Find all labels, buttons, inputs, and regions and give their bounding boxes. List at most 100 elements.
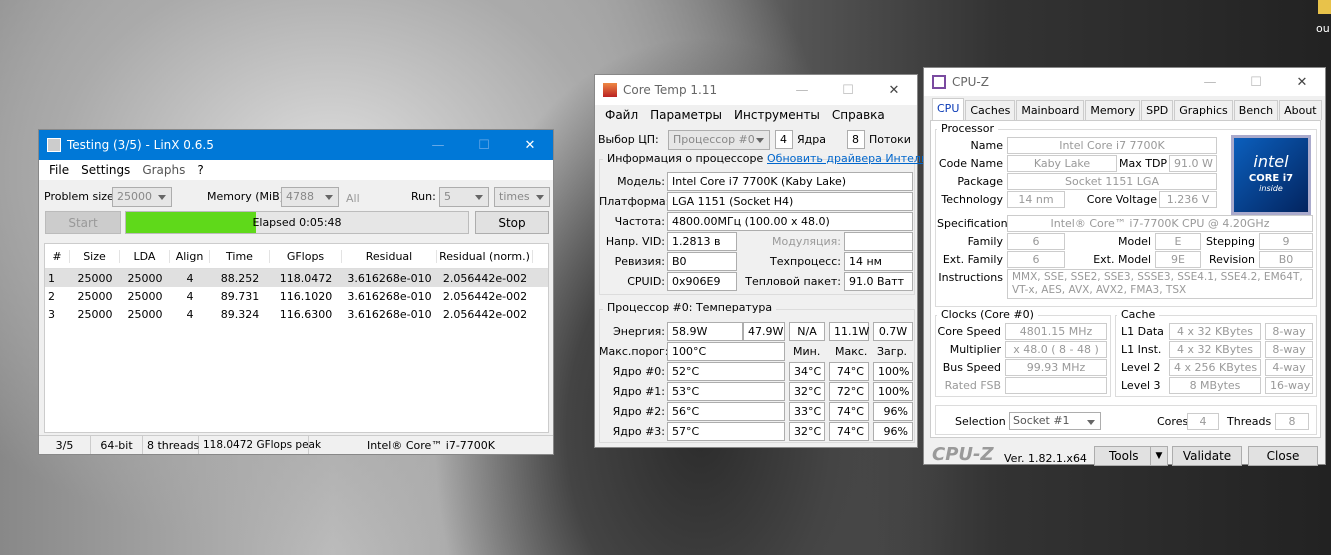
status-bits: 64-bit bbox=[91, 436, 143, 454]
table-cell: 25000 bbox=[77, 271, 113, 285]
tools-dropdown-arrow[interactable]: ▼ bbox=[1150, 446, 1168, 466]
menu-options[interactable]: Параметры bbox=[644, 108, 728, 122]
core-voltage-value: 1.236 V bbox=[1159, 191, 1217, 208]
desktop-label[interactable]: ou bbox=[1316, 22, 1330, 35]
tab-caches[interactable]: Caches bbox=[965, 100, 1016, 120]
run-select[interactable]: 5 bbox=[439, 187, 489, 207]
cores-label: Cores bbox=[1157, 415, 1189, 428]
maxtdp-value: 91.0 W bbox=[1169, 155, 1217, 172]
menu-file[interactable]: Файл bbox=[599, 108, 644, 122]
menu-settings[interactable]: Settings bbox=[75, 163, 136, 177]
core-0-max: 74°C bbox=[829, 362, 869, 381]
name-value: Intel Core i7 7700K bbox=[1007, 137, 1217, 154]
linx-window: Testing (3/5) - LinX 0.6.5 — ☐ ✕ File Se… bbox=[38, 129, 554, 455]
clocks-group-label: Clocks (Core #0) bbox=[937, 308, 1038, 321]
problem-size-label: Problem size: bbox=[44, 190, 118, 203]
l1-inst-label: L1 Inst. bbox=[1121, 343, 1162, 356]
col-num[interactable]: # bbox=[45, 249, 70, 263]
cpuz-cpu-panel: Processor Name Intel Core i7 7700K Code … bbox=[930, 120, 1321, 438]
maximize-button[interactable]: ☐ bbox=[1233, 68, 1279, 96]
linx-titlebar[interactable]: Testing (3/5) - LinX 0.6.5 — ☐ ✕ bbox=[39, 130, 553, 160]
table-cell: 4 bbox=[186, 289, 194, 303]
tab-spd[interactable]: SPD bbox=[1141, 100, 1174, 120]
table-cell: 89.731 bbox=[220, 289, 260, 303]
coretemp-title: Core Temp 1.11 bbox=[623, 83, 718, 97]
close-button[interactable]: ✕ bbox=[1279, 68, 1325, 96]
cpuid-label: CPUID: bbox=[627, 275, 665, 288]
all-checkbox-label[interactable]: All bbox=[346, 192, 360, 205]
tab-mainboard[interactable]: Mainboard bbox=[1016, 100, 1085, 120]
times-select[interactable]: times bbox=[494, 187, 550, 207]
l1-inst-ways: 8-way bbox=[1265, 341, 1313, 358]
results-table: # Size LDA Align Time GFlops Residual Re… bbox=[44, 243, 549, 433]
bus-speed-value: 99.93 MHz bbox=[1005, 359, 1107, 376]
coretemp-titlebar[interactable]: Core Temp 1.11 — ☐ ✕ bbox=[595, 75, 917, 105]
col-time[interactable]: Time bbox=[210, 249, 270, 263]
coretemp-app-icon bbox=[603, 83, 617, 97]
max-header: Макс. bbox=[835, 345, 868, 358]
multiplier-value: x 48.0 ( 8 - 48 ) bbox=[1005, 341, 1107, 358]
frequency-label: Частота: bbox=[614, 215, 665, 228]
ext-family-value: 6 bbox=[1007, 251, 1065, 268]
update-drivers-link[interactable]: Обновить драйвера Интель bbox=[767, 152, 927, 165]
validate-button[interactable]: Validate bbox=[1172, 446, 1242, 466]
close-button[interactable]: ✕ bbox=[507, 130, 553, 160]
l1-data-value: 4 x 32 KBytes bbox=[1169, 323, 1261, 340]
col-align[interactable]: Align bbox=[170, 249, 210, 263]
cpuz-title: CPU-Z bbox=[952, 75, 989, 89]
table-row[interactable]: 1 25000 25000 4 88.252 118.0472 3.616268e-010 2… bbox=[45, 269, 548, 287]
problem-size-select[interactable]: 25000 bbox=[112, 187, 172, 207]
cpuz-app-icon bbox=[932, 75, 946, 89]
table-header: # Size LDA Align Time GFlops Residual Re… bbox=[45, 244, 548, 269]
menu-graphs[interactable]: Graphs bbox=[136, 163, 191, 177]
cpuz-window: CPU-Z — ☐ ✕ CPU Caches Mainboard Memory … bbox=[923, 67, 1326, 466]
menu-help[interactable]: Справка bbox=[826, 108, 891, 122]
memory-select[interactable]: 4788 bbox=[281, 187, 339, 207]
cpu-select[interactable]: Процессор #0 bbox=[668, 130, 770, 150]
status-progress: 3/5 bbox=[39, 436, 91, 454]
desktop-icon[interactable] bbox=[1318, 0, 1331, 14]
tab-memory[interactable]: Memory bbox=[1085, 100, 1141, 120]
tab-cpu[interactable]: CPU bbox=[932, 98, 965, 120]
cpuz-version: Ver. 1.82.1.x64 bbox=[1004, 452, 1087, 465]
minimize-button[interactable]: — bbox=[779, 75, 825, 105]
ext-model-value: 9E bbox=[1155, 251, 1201, 268]
tdp-label: Тепловой пакет: bbox=[745, 275, 841, 288]
col-residual-norm[interactable]: Residual (norm.) bbox=[437, 249, 533, 263]
start-button[interactable]: Start bbox=[45, 211, 121, 234]
tab-graphics[interactable]: Graphics bbox=[1174, 100, 1233, 120]
table-row[interactable]: 2 25000 25000 4 89.731 116.1020 3.616268e-010 2… bbox=[45, 287, 548, 305]
close-button[interactable]: ✕ bbox=[871, 75, 917, 105]
codename-value: Kaby Lake bbox=[1007, 155, 1117, 172]
minimize-button[interactable]: — bbox=[1187, 68, 1233, 96]
stop-button[interactable]: Stop bbox=[475, 211, 549, 234]
core-2-temp: 56°C bbox=[667, 402, 785, 421]
menu-help[interactable]: ? bbox=[191, 163, 209, 177]
socket-select[interactable]: Socket #1 bbox=[1009, 412, 1101, 430]
threads-count: 8 bbox=[847, 130, 865, 149]
tab-about[interactable]: About bbox=[1279, 100, 1322, 120]
multiplier-label: Multiplier bbox=[949, 343, 1001, 356]
l2-ways: 4-way bbox=[1265, 359, 1313, 376]
maximize-button[interactable]: ☐ bbox=[825, 75, 871, 105]
table-row[interactable]: 3 25000 25000 4 89.324 116.6300 3.616268e-010 2… bbox=[45, 305, 548, 323]
col-gflops[interactable]: GFlops bbox=[270, 249, 342, 263]
cpuz-titlebar[interactable]: CPU-Z — ☐ ✕ bbox=[924, 68, 1325, 96]
tab-bench[interactable]: Bench bbox=[1233, 100, 1279, 120]
menu-file[interactable]: File bbox=[43, 163, 75, 177]
close-dialog-button[interactable]: Close bbox=[1248, 446, 1318, 466]
core-1-max: 72°C bbox=[829, 382, 869, 401]
col-size[interactable]: Size bbox=[70, 249, 120, 263]
maximize-button[interactable]: ☐ bbox=[461, 130, 507, 160]
core-1-min: 32°C bbox=[789, 382, 825, 401]
menu-tools[interactable]: Инструменты bbox=[728, 108, 826, 122]
technology-value: 14 nm bbox=[1007, 191, 1065, 208]
table-cell: 88.252 bbox=[220, 271, 260, 285]
temperature-group-label: Процессор #0: Температура bbox=[603, 301, 777, 314]
col-residual[interactable]: Residual bbox=[342, 249, 437, 263]
col-lda[interactable]: LDA bbox=[120, 249, 170, 263]
minimize-button[interactable]: — bbox=[415, 130, 461, 160]
table-cell: 3.616268e-010 bbox=[347, 307, 432, 321]
table-cell: 2.056442e-002 bbox=[442, 271, 528, 285]
table-cell: 118.0472 bbox=[279, 271, 333, 285]
